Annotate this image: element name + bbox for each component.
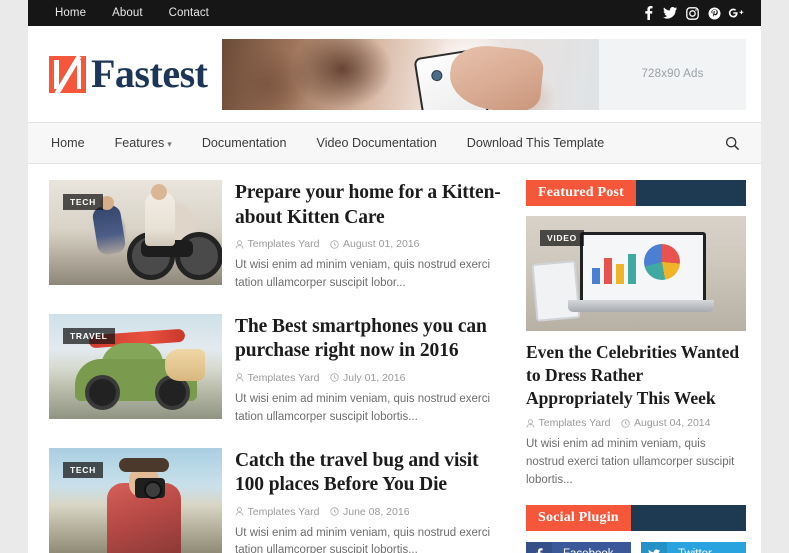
- topnav-item-home[interactable]: Home: [42, 0, 99, 26]
- author-name: Templates Yard: [538, 417, 611, 430]
- widget-header: Social Plugin: [526, 504, 746, 531]
- instagram-icon[interactable]: [681, 0, 703, 26]
- nav-item-features[interactable]: Features ▾: [100, 123, 187, 164]
- top-bar-social-links: [637, 0, 747, 26]
- clock-icon: [621, 419, 631, 428]
- clock-icon: [330, 373, 340, 383]
- post-item[interactable]: TRAVEL The Best smartphones you can purc…: [49, 313, 504, 427]
- post-title[interactable]: Prepare your home for a Kitten-about Kit…: [235, 181, 504, 230]
- ad-banner-photo: [222, 38, 599, 110]
- post-body: Prepare your home for a Kitten-about Kit…: [235, 180, 504, 293]
- post-item[interactable]: TECH Prepare your home for a Kitten-abou…: [49, 180, 504, 293]
- author-name: Templates Yard: [247, 371, 320, 384]
- post-date: June 08, 2016: [330, 505, 410, 518]
- post-thumbnail[interactable]: TECH: [49, 447, 222, 553]
- nav-item-video-documentation[interactable]: Video Documentation: [302, 123, 452, 163]
- top-bar-nav: Home About Contact: [42, 0, 222, 26]
- widget-featured-post: Featured Post VIDEO Even the Celebrities…: [526, 180, 746, 490]
- featured-post-excerpt: Ut wisi enim ad minim veniam, quis nostr…: [526, 438, 735, 486]
- social-button-twitter[interactable]: Twitter: [641, 541, 746, 553]
- post-body: Catch the travel bug and visit 100 place…: [235, 448, 504, 553]
- logo-mark-icon: [49, 54, 86, 95]
- nav-item-home[interactable]: Home: [36, 123, 100, 163]
- author-name: Templates Yard: [247, 238, 320, 251]
- post-date: July 01, 2016: [330, 372, 405, 384]
- social-button-label: Twitter: [667, 548, 712, 553]
- page-root: Home About Contact Fastest 728x90 Ads Ho…: [0, 0, 789, 553]
- post-date: August 01, 2016: [330, 238, 419, 250]
- post-thumbnail[interactable]: TRAVEL: [49, 313, 222, 419]
- post-meta: Templates Yard August 01, 2016: [235, 238, 504, 250]
- logo-text: Fastest: [91, 51, 208, 96]
- post-meta: Templates Yard July 01, 2016: [235, 372, 504, 384]
- category-badge[interactable]: TRAVEL: [63, 327, 115, 344]
- post-body: The Best smartphones you can purchase ri…: [235, 314, 504, 427]
- date-value: August 04, 2014: [633, 417, 711, 430]
- chevron-down-icon: ▾: [167, 138, 172, 149]
- post-author: Templates Yard: [526, 417, 610, 429]
- date-value: July 01, 2016: [342, 371, 406, 384]
- nav-label: Video Documentation: [316, 136, 437, 150]
- facebook-icon: [526, 541, 552, 553]
- post-author: Templates Yard: [235, 506, 319, 518]
- user-icon: [526, 419, 535, 428]
- post-meta: Templates Yard June 08, 2016: [235, 506, 504, 518]
- topnav-item-contact[interactable]: Contact: [156, 0, 222, 26]
- googleplus-icon[interactable]: [725, 0, 747, 26]
- main-navigation: Home Features ▾ Documentation Video Docum…: [28, 122, 761, 164]
- clock-icon: [330, 239, 340, 249]
- post-item[interactable]: TECH Catch the travel bug and visit 100 …: [49, 447, 504, 553]
- featured-post-meta: Templates Yard August 04, 2014: [526, 417, 746, 429]
- post-date: August 04, 2014: [621, 417, 710, 429]
- widget-header: Featured Post: [526, 180, 746, 206]
- category-badge[interactable]: TECH: [63, 194, 103, 210]
- widget-title: Featured Post: [526, 180, 636, 206]
- post-title[interactable]: Catch the travel bug and visit 100 place…: [235, 449, 504, 498]
- twitter-icon[interactable]: [659, 0, 681, 26]
- sidebar: Featured Post VIDEO Even the Celebrities…: [526, 180, 746, 553]
- twitter-icon: [641, 541, 667, 553]
- user-icon: [235, 507, 244, 516]
- header-ad-banner[interactable]: 728x90 Ads: [222, 38, 746, 110]
- top-bar: Home About Contact: [28, 0, 761, 26]
- nav-label: Features: [114, 135, 165, 150]
- post-excerpt: Ut wisi enim ad minim veniam, quis nostr…: [235, 526, 491, 553]
- category-badge[interactable]: VIDEO: [540, 230, 584, 246]
- date-value: June 08, 2016: [342, 505, 410, 518]
- widget-social-plugin: Social Plugin Facebook Twitter: [526, 504, 746, 553]
- nav-label: Documentation: [201, 136, 287, 150]
- nav-item-download-this-template[interactable]: Download This Template: [452, 123, 619, 163]
- pinterest-icon[interactable]: [703, 0, 725, 26]
- content-area: TECH Prepare your home for a Kitten-abou…: [28, 164, 761, 553]
- nav-label: Download This Template: [466, 136, 605, 150]
- post-title[interactable]: The Best smartphones you can purchase ri…: [235, 315, 504, 364]
- author-name: Templates Yard: [247, 505, 320, 518]
- featured-post-title[interactable]: Even the Celebrities Wanted to Dress Rat…: [526, 341, 746, 409]
- post-author: Templates Yard: [235, 238, 319, 250]
- post-author: Templates Yard: [235, 372, 319, 384]
- category-badge[interactable]: TECH: [63, 461, 103, 478]
- user-icon: [235, 373, 244, 382]
- topnav-item-about[interactable]: About: [99, 0, 156, 26]
- social-buttons: Facebook Twitter: [526, 541, 746, 553]
- ad-size-label: 728x90 Ads: [599, 38, 746, 110]
- post-excerpt: Ut wisi enim ad minim veniam, quis nostr…: [235, 259, 491, 289]
- social-button-facebook[interactable]: Facebook: [526, 541, 631, 553]
- search-icon[interactable]: [721, 132, 743, 154]
- nav-label: Home: [51, 136, 85, 150]
- clock-icon: [330, 507, 340, 516]
- post-excerpt: Ut wisi enim ad minim veniam, quis nostr…: [235, 392, 491, 423]
- featured-post-thumbnail[interactable]: VIDEO: [526, 216, 746, 331]
- date-value: August 01, 2016: [342, 238, 420, 251]
- site-logo[interactable]: Fastest: [28, 51, 218, 96]
- site-header: Fastest 728x90 Ads: [28, 26, 761, 122]
- post-thumbnail[interactable]: TECH: [49, 180, 222, 285]
- nav-item-documentation[interactable]: Documentation: [187, 123, 302, 163]
- widget-title: Social Plugin: [526, 504, 631, 531]
- facebook-icon[interactable]: [637, 0, 659, 26]
- post-list: TECH Prepare your home for a Kitten-abou…: [49, 180, 504, 553]
- user-icon: [235, 239, 244, 249]
- social-button-label: Facebook: [552, 548, 614, 553]
